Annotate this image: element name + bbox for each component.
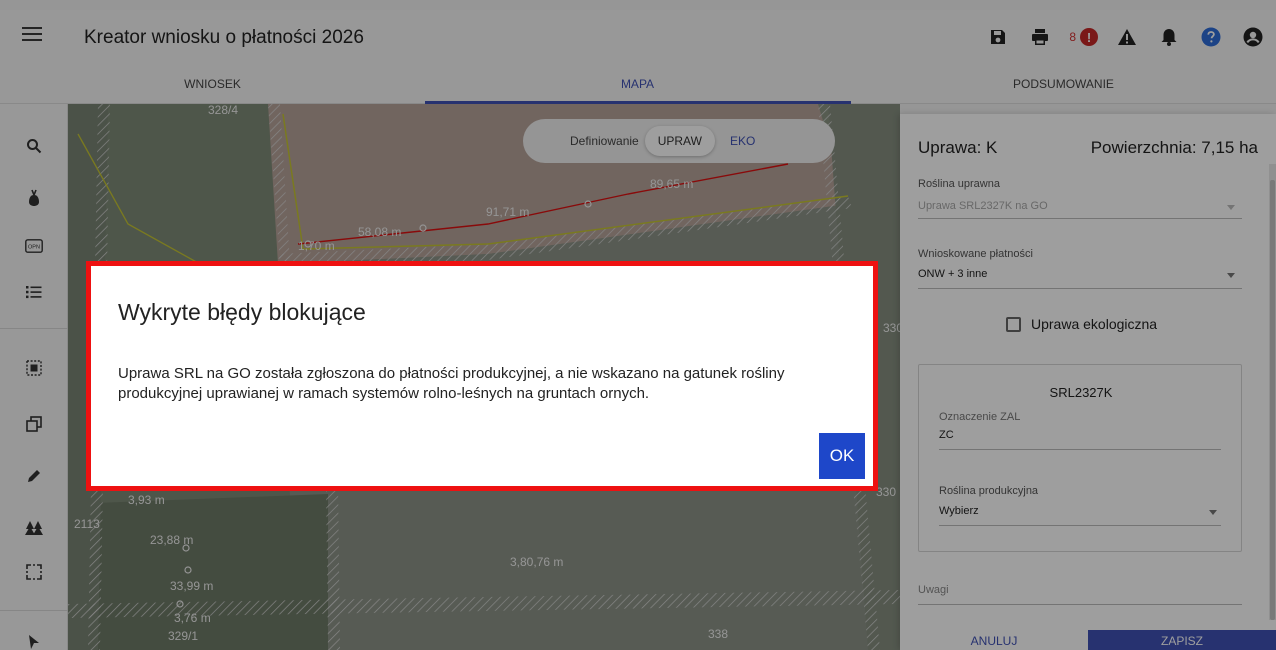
ok-button[interactable]: OK bbox=[819, 433, 865, 479]
app-root: Kreator wniosku o płatności 2026 8 ! WNI… bbox=[0, 0, 1276, 650]
dialog-message: Uprawa SRL na GO została zgłoszona do pł… bbox=[118, 365, 785, 402]
blocking-errors-dialog: Wykryte błędy blokujące Uprawa SRL na GO… bbox=[86, 261, 878, 491]
dialog-title: Wykryte błędy blokujące bbox=[118, 299, 366, 325]
